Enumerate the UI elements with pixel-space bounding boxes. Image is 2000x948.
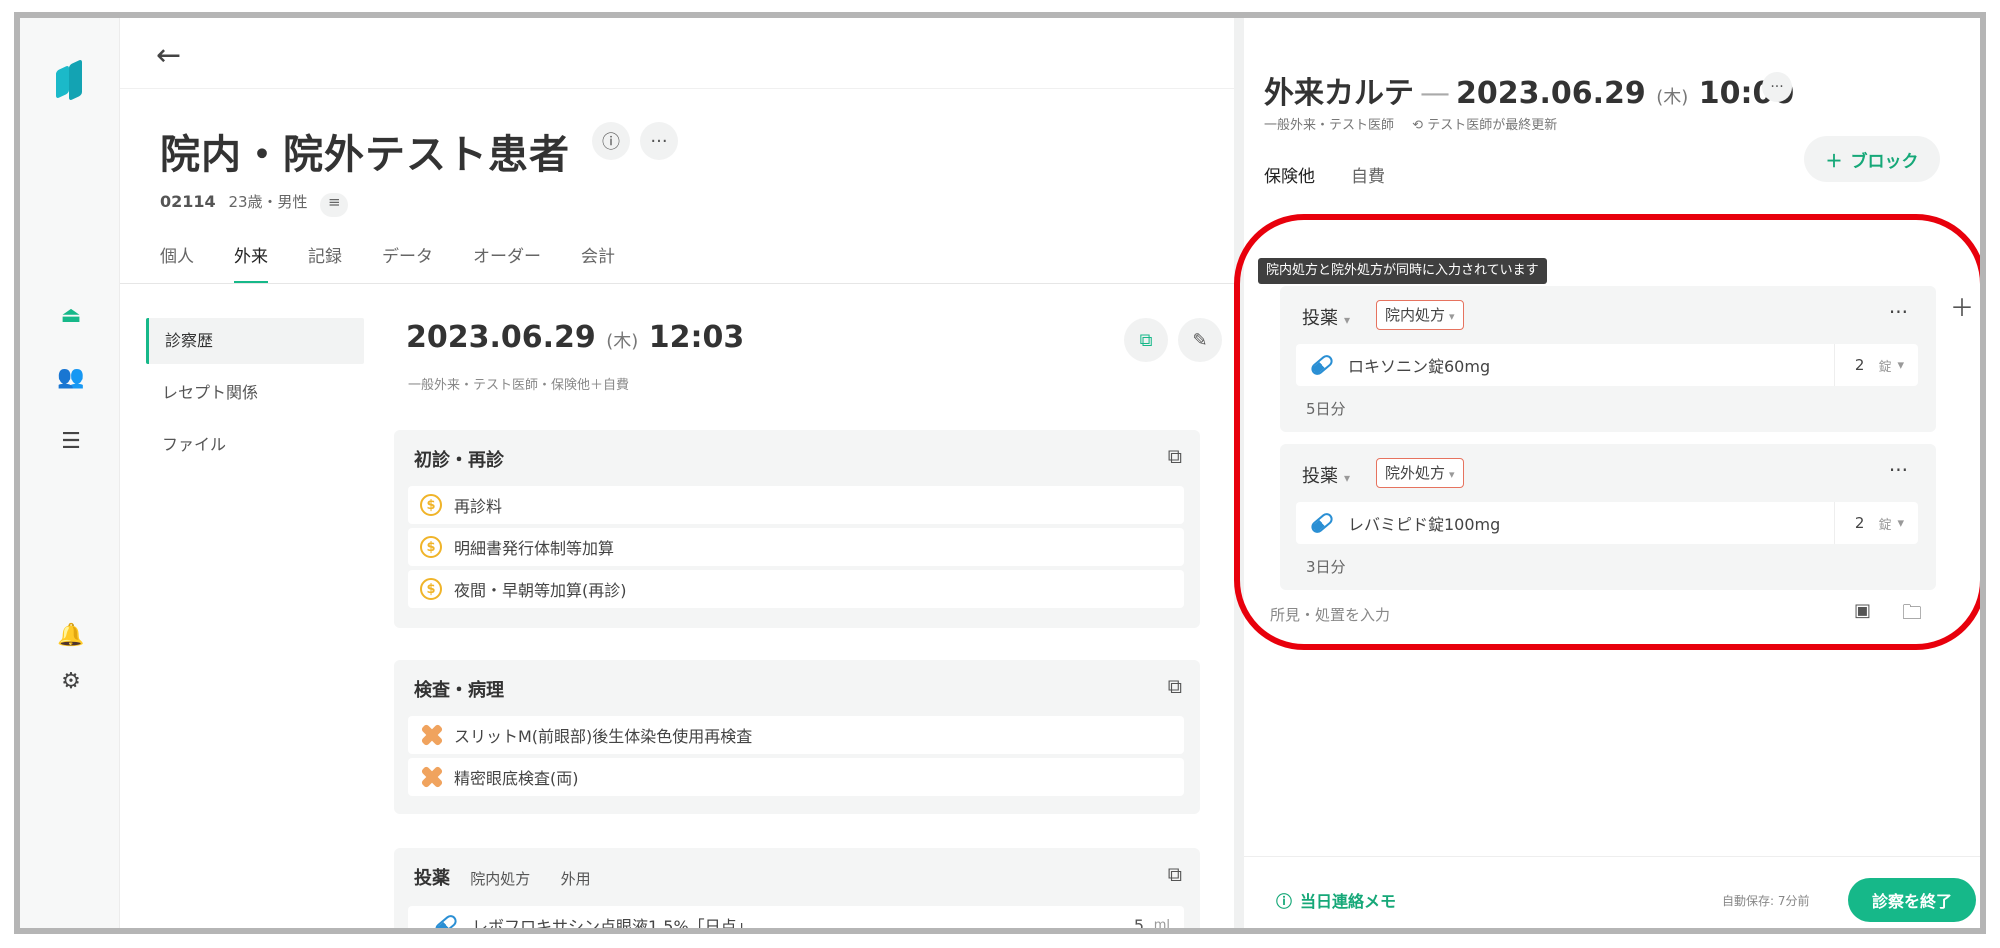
patient-tabs: 個人 外来 記録 データ オーダー 会計: [160, 242, 655, 284]
visit-subtitle: 一般外来・テスト医師・保険他＋自費: [408, 378, 630, 393]
card-title: 初診・再診: [414, 450, 504, 471]
patient-id: 02114: [160, 192, 216, 211]
highlight-annotation: [1234, 214, 1980, 650]
list-item[interactable]: 精密眼底検査(両): [408, 758, 1184, 796]
list-item[interactable]: $ 明細書発行体制等加算: [408, 528, 1184, 566]
list-item[interactable]: $ 再診料: [408, 486, 1184, 524]
daily-memo-link[interactable]: ⓘ 当日連絡メモ: [1276, 888, 1396, 912]
subnav-history[interactable]: 診察歴: [146, 318, 364, 364]
plus-icon: ＋: [1825, 151, 1843, 172]
card-kensa: 検査・病理 ⧉ スリットM(前眼部)後生体染色使用再検査 精密眼底検査(両): [394, 660, 1200, 814]
karte-subtitle: 一般外来・テスト医師 ⟲ テスト医師が最終更新: [1264, 118, 1558, 133]
subnav-receipt[interactable]: レセプト関係: [146, 370, 364, 416]
patient-meta: 02114 23歳・男性 ≡: [160, 191, 349, 217]
app-logo: [54, 58, 84, 104]
list-item[interactable]: $ 夜間・早朝等加算(再診): [408, 570, 1184, 608]
tab-data[interactable]: データ: [382, 242, 433, 284]
reception-bell-icon[interactable]: ⏏: [54, 298, 88, 332]
subnav-files[interactable]: ファイル: [146, 422, 364, 468]
coin-icon: $: [420, 578, 442, 600]
list-item[interactable]: スリットM(前眼部)後生体染色使用再検査: [408, 716, 1184, 754]
autosave-status: 自動保存: 7分前: [1722, 894, 1810, 908]
history-clock-icon: ⟲: [1412, 118, 1424, 133]
karte-tabs: 保険他 自費: [1264, 162, 1421, 197]
bandage-icon: [420, 724, 442, 746]
card-toyaku: 投薬 院内処方 外用 ⧉ レボフロキサシン点眼液1.5%「日点」 5 ml: [394, 848, 1200, 928]
card-title: 検査・病理: [414, 680, 504, 701]
karte-title: 外来カルテ —2023.06.29 (木) 10:00: [1264, 76, 1795, 111]
copy-icon[interactable]: ⧉: [1168, 674, 1182, 698]
copy-icon[interactable]: ⧉: [1168, 444, 1182, 468]
tab-orders[interactable]: オーダー: [473, 242, 541, 284]
card-title: 投薬 院内処方 外用: [414, 868, 591, 889]
card-shoshin: 初診・再診 ⧉ $ 再診料 $ 明細書発行体制等加算 $ 夜間・早朝等加算(再診): [394, 430, 1200, 628]
add-block-button[interactable]: ＋ブロック: [1804, 136, 1940, 182]
tab-records[interactable]: 記録: [308, 242, 342, 284]
settings-gear-icon[interactable]: ⚙: [54, 664, 88, 698]
tab-insurance[interactable]: 保険他: [1264, 162, 1315, 197]
notification-bell-icon[interactable]: 🔔: [54, 618, 88, 652]
detail-lines-icon[interactable]: ≡: [320, 193, 349, 217]
app-frame: ⏏ 👥 ☰ 🔔 ⚙ ← 院内・院外テスト患者 ⓘ ··· 02114 23歳・男…: [14, 12, 1986, 934]
coin-icon: $: [420, 494, 442, 516]
bandage-icon: [420, 766, 442, 788]
patients-icon[interactable]: 👥: [54, 360, 88, 394]
patient-info: 23歳・男性: [228, 193, 308, 211]
copy-icon[interactable]: ⧉: [1168, 862, 1182, 886]
tab-billing[interactable]: 会計: [581, 242, 615, 284]
karte-more-icon[interactable]: ···: [1762, 72, 1792, 102]
list-icon[interactable]: ☰: [54, 424, 88, 458]
more-icon[interactable]: ···: [640, 122, 678, 160]
patient-panel: ← 院内・院外テスト患者 ⓘ ··· 02114 23歳・男性 ≡ 個人 外来 …: [120, 18, 1234, 928]
left-rail: ⏏ 👥 ☰ 🔔 ⚙: [20, 18, 120, 928]
sub-navigation: 診察歴 レセプト関係 ファイル: [146, 318, 364, 474]
memo-icon: ⓘ: [1276, 892, 1293, 911]
list-item[interactable]: レボフロキサシン点眼液1.5%「日点」 5 ml: [408, 906, 1184, 928]
tab-self-pay[interactable]: 自費: [1351, 162, 1385, 197]
visit-datetime: 2023.06.29 (木) 12:03: [406, 320, 745, 355]
end-consultation-button[interactable]: 診察を終了: [1848, 878, 1976, 922]
memo-icon[interactable]: ⓘ: [592, 122, 630, 160]
patient-name: 院内・院外テスト患者: [160, 132, 570, 178]
tab-outpatient[interactable]: 外来: [234, 242, 268, 284]
back-arrow-icon[interactable]: ←: [156, 38, 181, 73]
coin-icon: $: [420, 536, 442, 558]
pill-icon: [432, 912, 460, 928]
copy-visit-icon[interactable]: ⧉: [1124, 318, 1168, 362]
tab-personal[interactable]: 個人: [160, 242, 194, 284]
edit-pencil-icon[interactable]: ✎: [1178, 318, 1222, 362]
